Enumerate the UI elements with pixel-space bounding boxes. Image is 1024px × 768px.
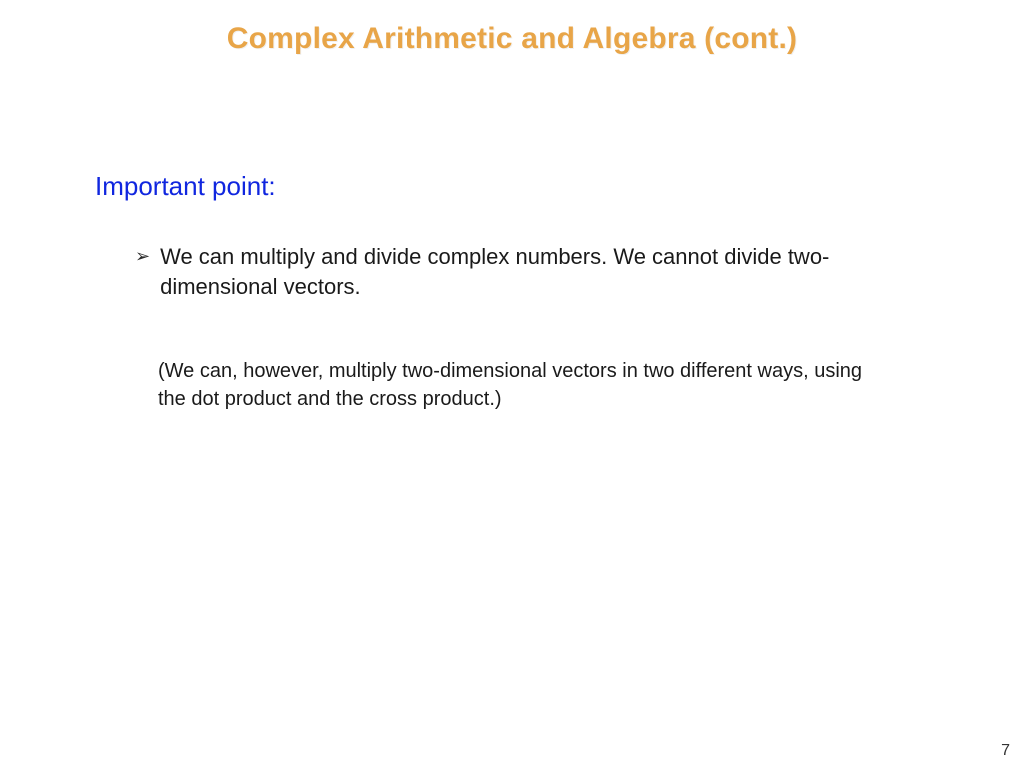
parenthetical-note: (We can, however, multiply two-dimension… — [158, 357, 1024, 413]
slide-content: Complex Arithmetic and Algebra (cont.) I… — [0, 0, 1024, 768]
important-point-heading: Important point: — [95, 171, 1024, 202]
bullet-chevron-icon: ➢ — [135, 242, 150, 270]
bullet-item: ➢ We can multiply and divide complex num… — [135, 242, 1024, 302]
page-number: 7 — [1001, 742, 1010, 760]
slide-title: Complex Arithmetic and Algebra (cont.) — [0, 22, 1024, 56]
bullet-text: We can multiply and divide complex numbe… — [160, 242, 864, 302]
